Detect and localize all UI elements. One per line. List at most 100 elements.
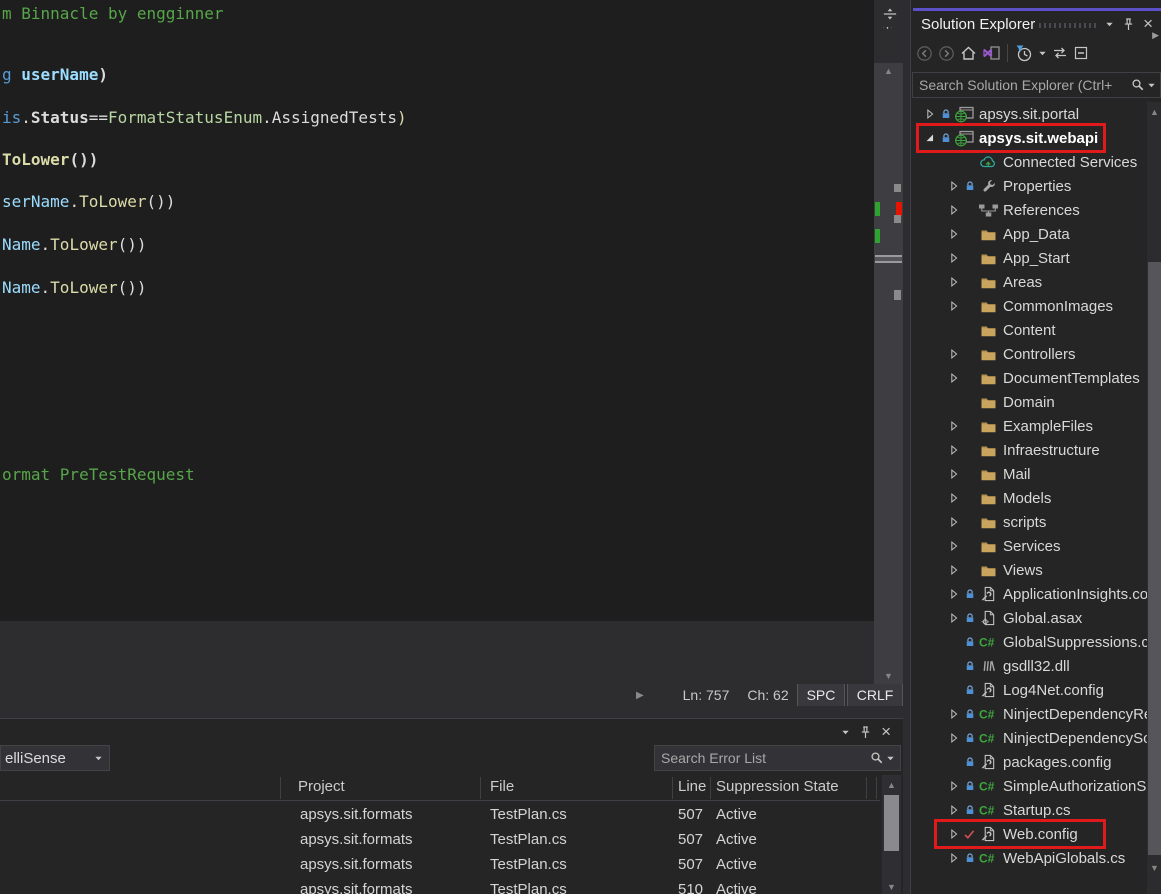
breadcrumb-arrow-icon[interactable]: ▶ bbox=[636, 690, 644, 701]
column-header-suppression-state[interactable]: Suppression State bbox=[716, 778, 839, 795]
chevron-down-icon[interactable] bbox=[1038, 49, 1047, 58]
error-search-input[interactable] bbox=[655, 750, 870, 766]
forward-icon[interactable] bbox=[938, 45, 955, 62]
chevron-collapsed-icon[interactable] bbox=[947, 563, 961, 577]
scroll-down-arrow[interactable]: ▼ bbox=[1147, 860, 1161, 876]
back-icon[interactable] bbox=[916, 45, 933, 62]
solution-explorer-titlebar[interactable]: Solution Explorer × bbox=[911, 11, 1161, 37]
tree-item-connected-services[interactable]: Connected Services bbox=[912, 150, 1147, 174]
spaces-indicator[interactable]: SPC bbox=[797, 684, 845, 706]
chevron-collapsed-icon[interactable] bbox=[947, 347, 961, 361]
editor-scrollbar[interactable]: ▲ ▼ bbox=[874, 63, 903, 684]
chevron-down-icon[interactable] bbox=[841, 728, 850, 737]
tree-item-ninjectdependencyso[interactable]: C#NinjectDependencySo bbox=[912, 726, 1147, 750]
solution-search-input[interactable] bbox=[913, 77, 1131, 93]
error-list-scrollbar[interactable]: ▲ ▼ bbox=[882, 775, 901, 894]
chevron-collapsed-icon[interactable] bbox=[947, 491, 961, 505]
chevron-collapsed-icon[interactable] bbox=[947, 851, 961, 865]
column-header-file[interactable]: File bbox=[490, 778, 514, 795]
tree-item-webapiglobals-cs[interactable]: C#WebApiGlobals.cs bbox=[912, 846, 1147, 870]
chevron-collapsed-icon[interactable] bbox=[947, 419, 961, 433]
chevron-collapsed-icon[interactable] bbox=[947, 779, 961, 793]
scroll-up-arrow[interactable]: ▲ bbox=[874, 63, 903, 79]
chevron-collapsed-icon[interactable] bbox=[923, 107, 937, 121]
column-divider[interactable] bbox=[280, 777, 281, 799]
search-icon[interactable] bbox=[1131, 78, 1145, 92]
split-editor-button[interactable] bbox=[876, 1, 903, 26]
tree-item-ninjectdependencyre[interactable]: C#NinjectDependencyRe bbox=[912, 702, 1147, 726]
error-row[interactable]: apsys.sit.formatsTestPlan.cs507Active bbox=[0, 803, 880, 828]
scroll-down-arrow[interactable]: ▼ bbox=[882, 879, 901, 894]
column-divider[interactable] bbox=[876, 777, 877, 799]
tree-item-examplefiles[interactable]: ExampleFiles bbox=[912, 414, 1147, 438]
chevron-collapsed-icon[interactable] bbox=[947, 275, 961, 289]
chevron-collapsed-icon[interactable] bbox=[947, 203, 961, 217]
tree-item-simpleauthorizations[interactable]: C#SimpleAuthorizationS bbox=[912, 774, 1147, 798]
tree-item-log4net-config[interactable]: Log4Net.config bbox=[912, 678, 1147, 702]
tree-item-services[interactable]: Services bbox=[912, 534, 1147, 558]
tree-item-gsdll32-dll[interactable]: gsdll32.dll bbox=[912, 654, 1147, 678]
pin-icon[interactable] bbox=[860, 726, 871, 739]
scrollbar-thumb[interactable] bbox=[875, 255, 902, 263]
line-ending-indicator[interactable]: CRLF bbox=[847, 684, 903, 706]
chevron-collapsed-icon[interactable] bbox=[947, 251, 961, 265]
tree-item-controllers[interactable]: Controllers bbox=[912, 342, 1147, 366]
chevron-collapsed-icon[interactable] bbox=[947, 179, 961, 193]
collapse-all-icon[interactable] bbox=[1073, 45, 1089, 61]
tree-item-global-asax[interactable]: Global.asax bbox=[912, 606, 1147, 630]
chevron-collapsed-icon[interactable] bbox=[947, 227, 961, 241]
tree-item-models[interactable]: Models bbox=[912, 486, 1147, 510]
column-divider[interactable] bbox=[480, 777, 481, 799]
chevron-collapsed-icon[interactable] bbox=[947, 803, 961, 817]
drag-grip[interactable] bbox=[1039, 23, 1097, 28]
tree-item-properties[interactable]: Properties bbox=[912, 174, 1147, 198]
error-row[interactable]: apsys.sit.formatsTestPlan.cs507Active bbox=[0, 828, 880, 853]
tree-item-scripts[interactable]: scripts bbox=[912, 510, 1147, 534]
toolbar-overflow-icon[interactable]: ▶ bbox=[1152, 30, 1159, 41]
tree-item-packages-config[interactable]: packages.config bbox=[912, 750, 1147, 774]
tree-item-references[interactable]: References bbox=[912, 198, 1147, 222]
chevron-collapsed-icon[interactable] bbox=[947, 539, 961, 553]
tree-item-documenttemplates[interactable]: DocumentTemplates bbox=[912, 366, 1147, 390]
tree-item-app-data[interactable]: App_Data bbox=[912, 222, 1147, 246]
scroll-up-arrow[interactable]: ▲ bbox=[882, 777, 901, 793]
solution-explorer-scrollbar[interactable]: ▲ ▼ bbox=[1147, 102, 1161, 894]
chevron-down-icon[interactable] bbox=[1105, 20, 1114, 29]
chevron-collapsed-icon[interactable] bbox=[947, 707, 961, 721]
chevron-down-icon[interactable] bbox=[1147, 81, 1156, 90]
tree-item-commonimages[interactable]: CommonImages bbox=[912, 294, 1147, 318]
chevron-collapsed-icon[interactable] bbox=[947, 515, 961, 529]
chevron-collapsed-icon[interactable] bbox=[947, 371, 961, 385]
tree-item-views[interactable]: Views bbox=[912, 558, 1147, 582]
tree-item-applicationinsights-co[interactable]: ApplicationInsights.co bbox=[912, 582, 1147, 606]
tree-item-mail[interactable]: Mail bbox=[912, 462, 1147, 486]
close-icon[interactable]: × bbox=[881, 722, 891, 742]
tree-item-content[interactable]: Content bbox=[912, 318, 1147, 342]
error-filter-dropdown[interactable]: elliSense bbox=[0, 745, 110, 771]
tree-item-app-start[interactable]: App_Start bbox=[912, 246, 1147, 270]
chevron-collapsed-icon[interactable] bbox=[947, 611, 961, 625]
scroll-down-arrow[interactable]: ▼ bbox=[874, 668, 903, 684]
code-editor[interactable]: m Binnacle by engginnerg userName)is.Sta… bbox=[0, 0, 874, 621]
chevron-collapsed-icon[interactable] bbox=[947, 467, 961, 481]
column-divider[interactable] bbox=[710, 777, 711, 799]
pin-icon[interactable] bbox=[1123, 18, 1134, 31]
chevron-down-icon[interactable] bbox=[886, 754, 895, 763]
scroll-up-arrow[interactable]: ▲ bbox=[1147, 104, 1161, 120]
scrollbar-thumb[interactable] bbox=[1148, 262, 1161, 855]
tree-item-globalsuppressions-cs[interactable]: C#GlobalSuppressions.cs bbox=[912, 630, 1147, 654]
column-header-project[interactable]: Project bbox=[298, 778, 345, 795]
error-row[interactable]: apsys.sit.formatsTestPlan.cs510Active bbox=[0, 878, 880, 894]
tree-item-domain[interactable]: Domain bbox=[912, 390, 1147, 414]
home-icon[interactable] bbox=[960, 45, 977, 61]
tree-item-infraestructure[interactable]: Infraestructure bbox=[912, 438, 1147, 462]
chevron-collapsed-icon[interactable] bbox=[947, 443, 961, 457]
tree-item-areas[interactable]: Areas bbox=[912, 270, 1147, 294]
history-filter-icon[interactable] bbox=[1015, 44, 1033, 62]
search-icon[interactable] bbox=[870, 751, 884, 765]
scrollbar-thumb[interactable] bbox=[884, 795, 899, 851]
switch-view-icon[interactable] bbox=[1052, 45, 1068, 61]
chevron-collapsed-icon[interactable] bbox=[947, 587, 961, 601]
chevron-collapsed-icon[interactable] bbox=[947, 731, 961, 745]
sync-active-document-icon[interactable] bbox=[982, 45, 1000, 61]
